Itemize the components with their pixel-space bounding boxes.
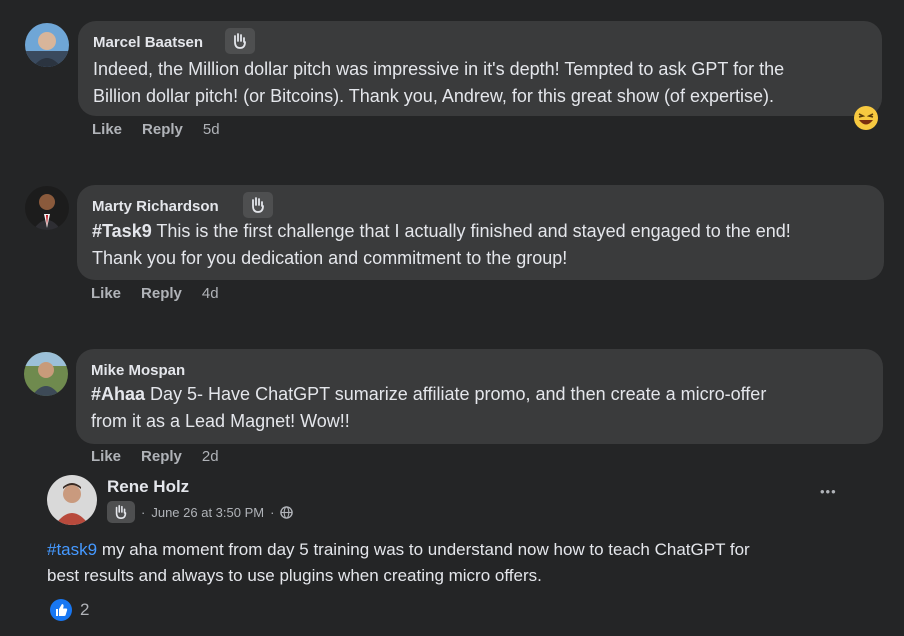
comment-text-line: Thank you for you dedication and commitm… (92, 248, 568, 268)
comment-text: Day 5- Have ChatGPT sumarize affiliate p… (145, 384, 767, 404)
post-timestamp[interactable]: June 26 at 3:50 PM (151, 505, 264, 520)
post-text: my aha moment from day 5 training was to… (97, 540, 750, 559)
comment-bubble-marty-richardson: Marty Richardson #Task9 This is the firs… (77, 185, 884, 280)
comment-actions: Like Reply 2d (91, 448, 219, 465)
badge (243, 192, 273, 218)
comment-author[interactable]: Mike Mospan (91, 362, 185, 379)
laughing-emoji-icon[interactable] (853, 105, 879, 131)
comment-actions: Like Reply 4d (91, 285, 219, 302)
comment-actions: Like Reply 5d (92, 121, 220, 138)
post-meta: · June 26 at 3:50 PM · (107, 501, 294, 523)
comment-text-line: from it as a Lead Magnet! Wow!! (91, 411, 350, 431)
post-author[interactable]: Rene Holz (107, 477, 189, 497)
avatar-marcel-baatsen[interactable] (25, 23, 69, 67)
like-button[interactable]: Like (91, 285, 121, 302)
comment-timestamp[interactable]: 2d (202, 448, 219, 465)
waving-hand-icon (234, 33, 246, 49)
hashtag[interactable]: #Ahaa (91, 384, 145, 404)
comment-bubble-marcel-baatsen: Marcel Baatsen Indeed, the Million dolla… (78, 21, 882, 116)
comment-timestamp[interactable]: 5d (203, 121, 220, 138)
avatar-rene-holz[interactable] (47, 475, 97, 525)
separator: · (141, 504, 146, 520)
waving-hand-icon (115, 504, 127, 520)
comment-text-line: #Task9 This is the first challenge that … (92, 218, 791, 245)
avatar-mike-mospan[interactable] (24, 352, 68, 396)
hashtag[interactable]: #task9 (47, 540, 97, 559)
like-button[interactable]: Like (91, 448, 121, 465)
comment-text-line: Indeed, the Million dollar pitch was imp… (93, 59, 785, 79)
reply-button[interactable]: Reply (142, 121, 183, 138)
badge (107, 501, 135, 523)
comment-bubble-mike-mospan: Mike Mospan #Ahaa Day 5- Have ChatGPT su… (76, 349, 883, 444)
comment-author[interactable]: Marty Richardson (92, 198, 219, 215)
reply-button[interactable]: Reply (141, 448, 182, 465)
hashtag[interactable]: #Task9 (92, 221, 152, 241)
comment-timestamp[interactable]: 4d (202, 285, 219, 302)
reaction-summary[interactable]: 2 (50, 599, 89, 621)
reply-button[interactable]: Reply (141, 285, 182, 302)
comment-author[interactable]: Marcel Baatsen (93, 34, 203, 51)
comment-text-line: Billion dollar pitch! (or Bitcoins). Tha… (93, 86, 774, 106)
avatar-marty-richardson[interactable] (25, 186, 69, 230)
post-text-line: best results and always to use plugins w… (47, 566, 542, 585)
waving-hand-icon (252, 197, 264, 213)
separator: · (270, 504, 275, 520)
badge (225, 28, 255, 54)
comment-text-line: #Ahaa Day 5- Have ChatGPT sumarize affil… (91, 381, 766, 408)
thumbs-up-icon (50, 599, 72, 621)
globe-icon (280, 505, 294, 519)
like-button[interactable]: Like (92, 121, 122, 138)
comment-text: This is the first challenge that I actua… (151, 221, 791, 241)
post-text-line: #task9 my aha moment from day 5 training… (47, 536, 750, 563)
like-count: 2 (80, 600, 90, 619)
more-options-button[interactable]: ••• (820, 484, 837, 499)
